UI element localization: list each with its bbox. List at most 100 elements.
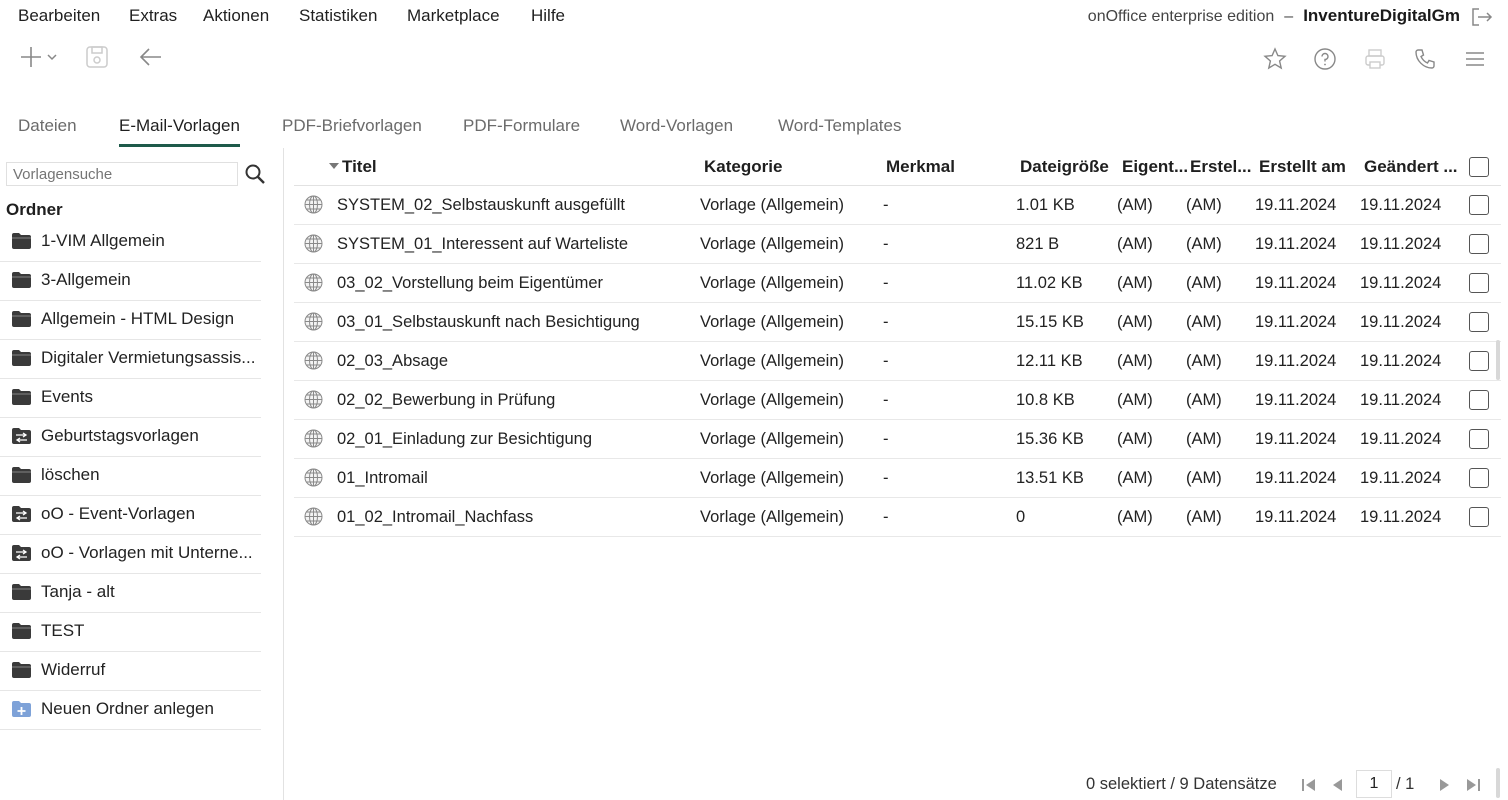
table-scrollbar[interactable] [1496, 340, 1500, 380]
star-icon[interactable] [1260, 44, 1290, 74]
page-number-input[interactable] [1356, 770, 1392, 798]
menu-icon[interactable] [1460, 44, 1490, 74]
row-checkbox[interactable] [1469, 390, 1489, 410]
folder-item[interactable]: 3-Allgemein [0, 262, 261, 301]
table-row[interactable]: SYSTEM_02_Selbstauskunft ausgefüllt Vorla… [294, 186, 1501, 225]
folder-item[interactable]: Geburtstagsvorlagen [0, 418, 261, 457]
table-row[interactable]: 03_02_Vorstellung beim Eigentümer Vorlage… [294, 264, 1501, 303]
globe-icon [304, 312, 323, 331]
globe-icon [304, 351, 323, 370]
cell-feature: - [883, 313, 889, 331]
first-page-icon[interactable] [1300, 776, 1318, 794]
folder-item[interactable]: Widerruf [0, 652, 261, 691]
column-dateigroesse[interactable]: Dateigröße [1020, 157, 1109, 177]
column-erstellt-am[interactable]: Erstellt am [1259, 157, 1346, 177]
table-row[interactable]: SYSTEM_01_Interessent auf Warteliste Vorl… [294, 225, 1501, 264]
cell-category: Vorlage (Allgemein) [700, 235, 844, 253]
column-titel[interactable]: Titel [329, 157, 377, 177]
print-icon[interactable] [1360, 44, 1390, 74]
column-merkmal[interactable]: Merkmal [886, 157, 955, 177]
menu-statistiken[interactable]: Statistiken [299, 6, 377, 26]
select-all-checkbox[interactable] [1469, 157, 1489, 177]
cell-changed: 19.11.2024 [1360, 274, 1442, 292]
search-icon[interactable] [244, 163, 266, 185]
cell-creator: (AM) [1186, 313, 1222, 331]
row-checkbox[interactable] [1469, 351, 1489, 371]
folder-item[interactable]: oO - Event-Vorlagen [0, 496, 261, 535]
menu-hilfe[interactable]: Hilfe [531, 6, 565, 26]
column-geaendert[interactable]: Geändert ... [1364, 157, 1458, 177]
phone-icon[interactable] [1410, 44, 1440, 74]
row-checkbox[interactable] [1469, 468, 1489, 488]
column-ersteller[interactable]: Erstel... [1190, 157, 1251, 177]
template-search-input[interactable] [6, 162, 238, 186]
column-kategorie[interactable]: Kategorie [704, 157, 782, 177]
column-eigentuemer[interactable]: Eigent... [1122, 157, 1188, 177]
tab-word-templates[interactable]: Word-Templates [778, 116, 901, 144]
cell-owner: (AM) [1117, 352, 1153, 370]
menu-marketplace[interactable]: Marketplace [407, 6, 500, 26]
previous-page-icon[interactable] [1328, 776, 1346, 794]
new-folder-button[interactable]: Neuen Ordner anlegen [0, 691, 261, 730]
logout-icon[interactable] [1470, 6, 1494, 28]
table-row[interactable]: 02_02_Bewerbung in Prüfung Vorlage (Allge… [294, 381, 1501, 420]
last-page-icon[interactable] [1464, 776, 1482, 794]
menu-extras[interactable]: Extras [129, 6, 177, 26]
row-checkbox[interactable] [1469, 234, 1489, 254]
templates-table: Titel Kategorie Merkmal Dateigröße Eigen… [294, 148, 1501, 537]
row-checkbox[interactable] [1469, 312, 1489, 332]
folder-item[interactable]: Digitaler Vermietungsassis... [0, 340, 261, 379]
tab-pdf-formulare[interactable]: PDF-Formulare [463, 116, 580, 144]
table-row[interactable]: 03_01_Selbstauskunft nach Besichtigung Vo… [294, 303, 1501, 342]
column-titel-label: Titel [342, 157, 377, 176]
cell-changed: 19.11.2024 [1360, 508, 1442, 526]
folder-item[interactable]: löschen [0, 457, 261, 496]
folder-item[interactable]: 1-VIM Allgemein [0, 223, 261, 262]
cell-changed: 19.11.2024 [1360, 469, 1442, 487]
page-scrollbar[interactable] [1496, 768, 1500, 798]
tab-pdf-briefvorlagen[interactable]: PDF-Briefvorlagen [282, 116, 422, 144]
row-checkbox[interactable] [1469, 195, 1489, 215]
folder-item[interactable]: Tanja - alt [0, 574, 261, 613]
brand-info: onOffice enterprise edition – InventureDig… [1088, 6, 1460, 26]
cell-size: 12.11 KB [1016, 352, 1083, 370]
tab-dateien[interactable]: Dateien [18, 116, 77, 144]
cell-creator: (AM) [1186, 274, 1222, 292]
menu-bearbeiten[interactable]: Bearbeiten [18, 6, 100, 26]
folder-label: TEST [41, 621, 85, 640]
cell-size: 1.01 KB [1016, 196, 1075, 214]
save-icon[interactable] [82, 42, 112, 72]
folder-item[interactable]: Allgemein - HTML Design [0, 301, 261, 340]
cell-creator: (AM) [1186, 391, 1222, 409]
company-name[interactable]: InventureDigitalGm [1303, 6, 1460, 25]
folder-label: 1-VIM Allgemein [41, 231, 165, 250]
folder-icon [11, 661, 32, 679]
cell-created: 19.11.2024 [1255, 196, 1337, 214]
table-body: SYSTEM_02_Selbstauskunft ausgefüllt Vorla… [294, 186, 1501, 537]
row-checkbox[interactable] [1469, 429, 1489, 449]
cell-title: 02_02_Bewerbung in Prüfung [337, 391, 556, 409]
tab-email-vorlagen[interactable]: E-Mail-Vorlagen [119, 116, 240, 147]
cell-created: 19.11.2024 [1255, 508, 1337, 526]
table-row[interactable]: 02_03_Absage Vorlage (Allgemein) - 12.11 KB… [294, 342, 1501, 381]
tab-word-vorlagen[interactable]: Word-Vorlagen [620, 116, 733, 144]
menu-aktionen[interactable]: Aktionen [203, 6, 269, 26]
cell-category: Vorlage (Allgemein) [700, 352, 844, 370]
folder-label: Geburtstagsvorlagen [41, 426, 199, 445]
cell-size: 821 B [1016, 235, 1060, 253]
table-row[interactable]: 02_01_Einladung zur Besichtigung Vorlage … [294, 420, 1501, 459]
folder-item[interactable]: Events [0, 379, 261, 418]
folder-icon [11, 388, 32, 406]
folder-item[interactable]: oO - Vorlagen mit Unterne... [0, 535, 261, 574]
chevron-down-icon[interactable] [44, 42, 60, 72]
cell-feature: - [883, 352, 889, 370]
plus-icon[interactable] [16, 42, 46, 72]
folder-item[interactable]: TEST [0, 613, 261, 652]
arrow-left-icon[interactable] [136, 42, 166, 72]
next-page-icon[interactable] [1436, 776, 1454, 794]
help-icon[interactable] [1310, 44, 1340, 74]
table-row[interactable]: 01_02_Intromail_Nachfass Vorlage (Allgeme… [294, 498, 1501, 537]
row-checkbox[interactable] [1469, 507, 1489, 527]
row-checkbox[interactable] [1469, 273, 1489, 293]
table-row[interactable]: 01_Intromail Vorlage (Allgemein) - 13.51 KB… [294, 459, 1501, 498]
